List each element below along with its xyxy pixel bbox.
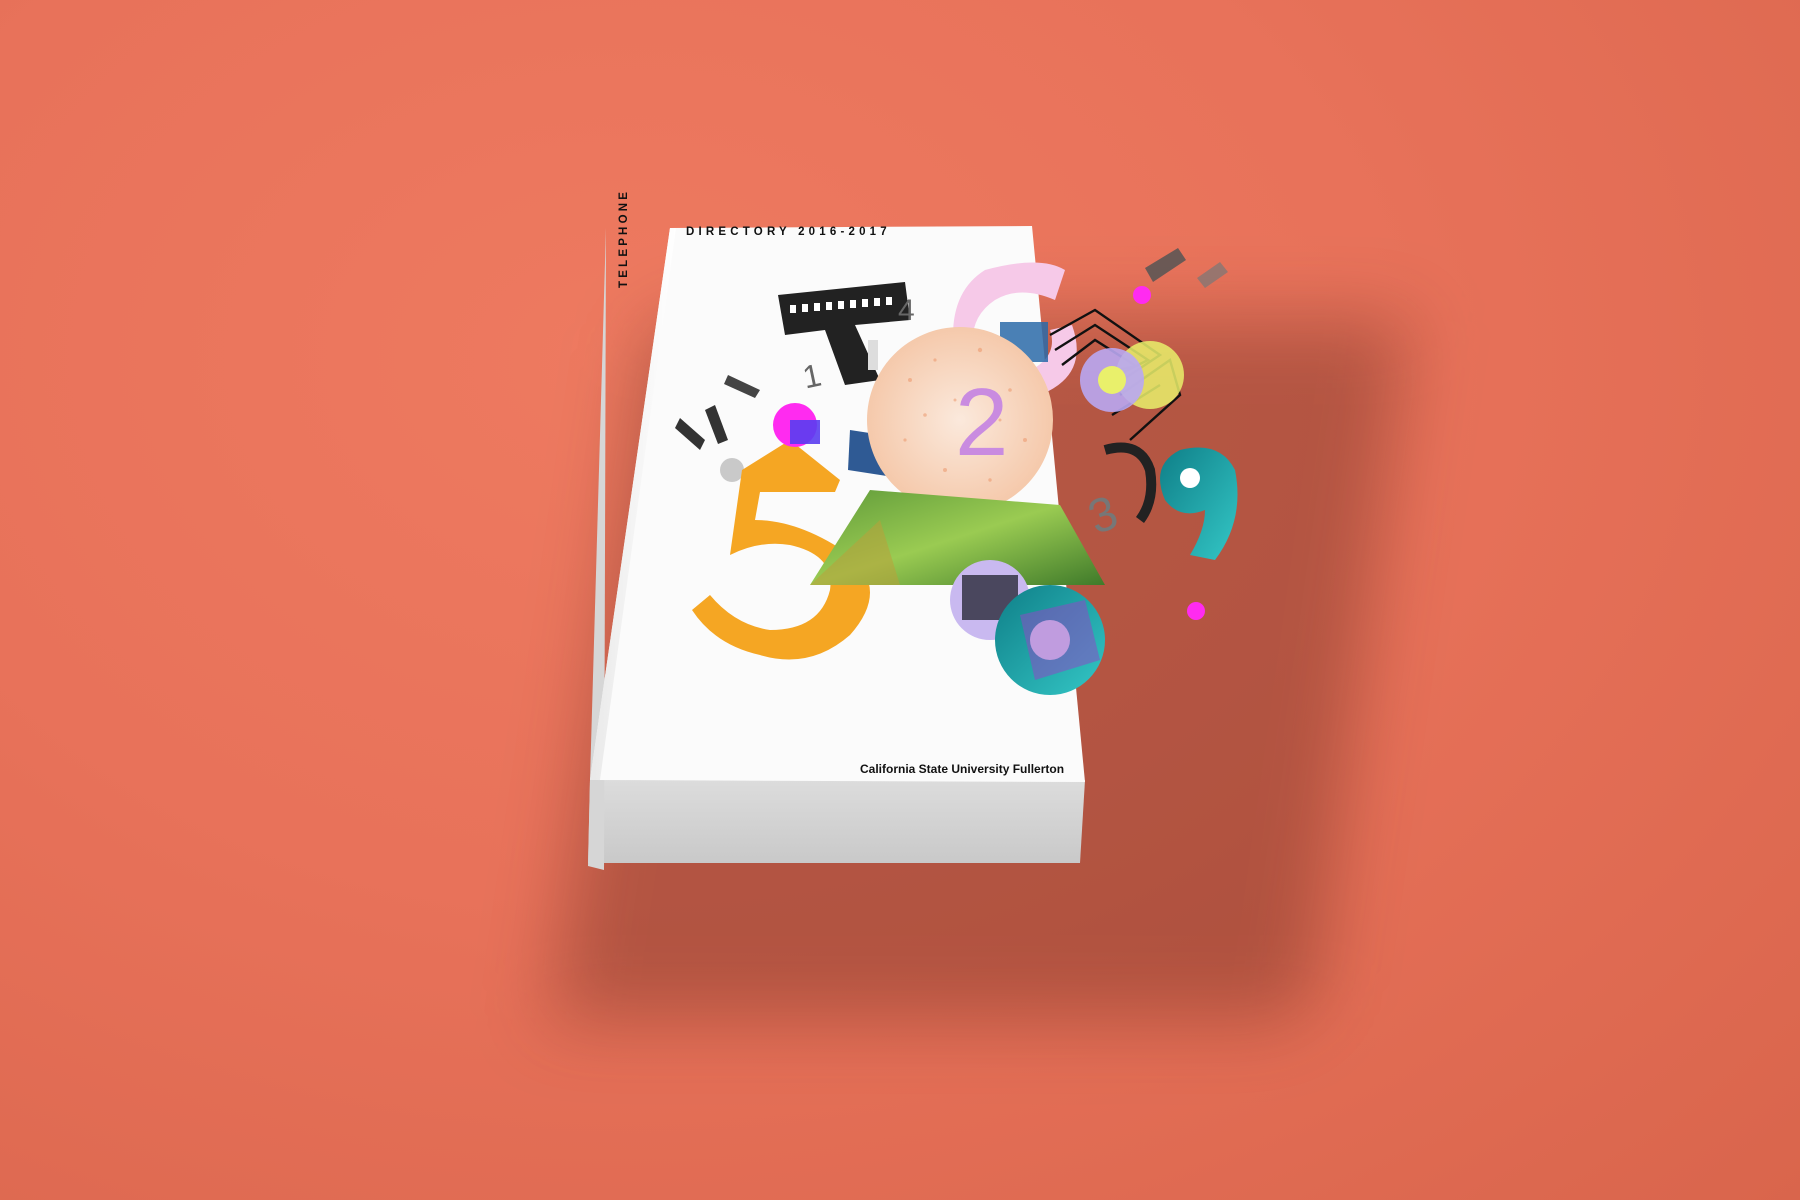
- book-mockup: DIRECTORY 2016-2017 TELEPHONE California…: [0, 0, 1800, 1200]
- magenta-dot: [1133, 286, 1151, 304]
- page-block: [588, 780, 1085, 863]
- book-illustration: [588, 226, 1238, 870]
- gray-dot: [720, 458, 744, 482]
- stripe-deco: [1145, 248, 1186, 282]
- teal-nine: [1160, 447, 1238, 560]
- university-name: California State University Fullerton: [860, 762, 1065, 776]
- cover-title: DIRECTORY 2016-2017: [686, 226, 891, 238]
- cover-side-title: TELEPHONE: [618, 188, 630, 288]
- magenta-dot-small: [1187, 602, 1205, 620]
- stripe-deco: [1197, 262, 1228, 288]
- blue-overlay: [790, 420, 820, 444]
- digit-four: 4: [898, 294, 915, 327]
- teal-nine-hole: [1180, 468, 1200, 488]
- yellow-inner: [1098, 366, 1126, 394]
- digit-two: 2: [955, 369, 1009, 476]
